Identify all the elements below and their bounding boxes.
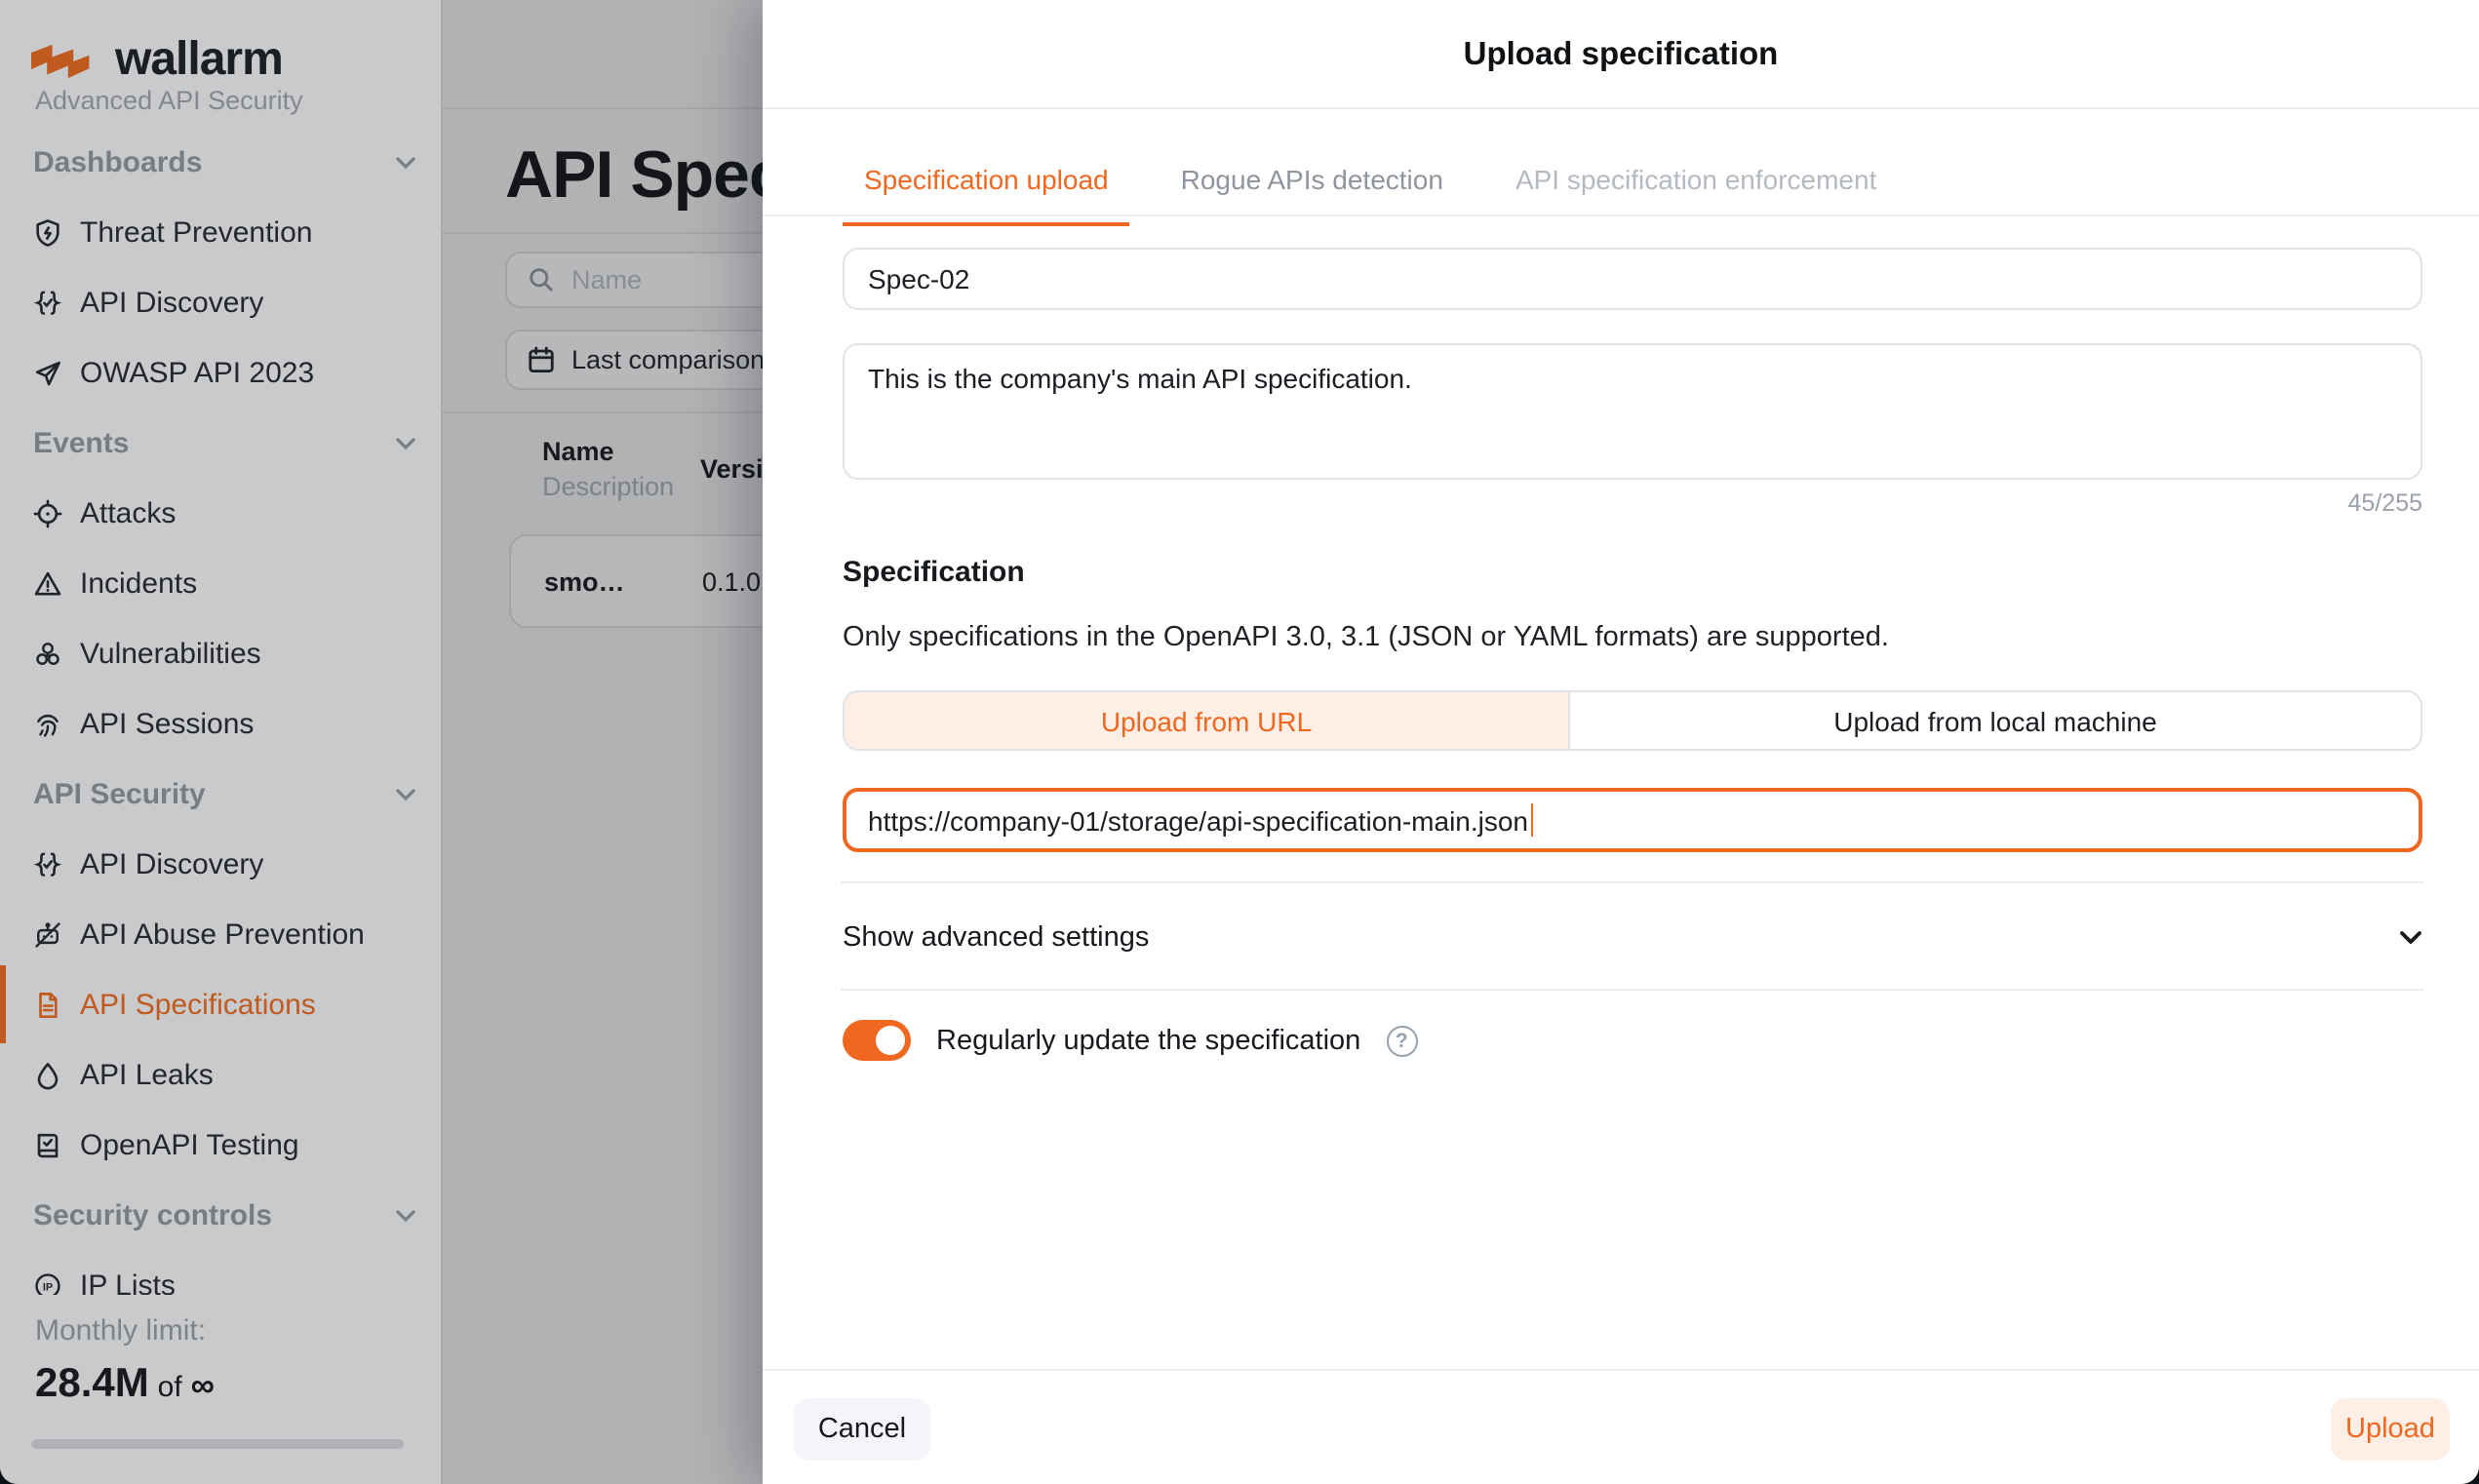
sidebar-item-attacks[interactable]: Attacks xyxy=(0,478,443,548)
segment-upload-from-local-machine[interactable]: Upload from local machine xyxy=(1570,692,2420,749)
tab-specification-upload[interactable]: Specification upload xyxy=(843,164,1130,226)
specification-section-hint: Only specifications in the OpenAPI 3.0, … xyxy=(843,622,1889,653)
upload-specification-drawer: Upload specification Specification uploa… xyxy=(763,0,2479,1484)
braces-check-icon xyxy=(33,849,62,879)
header-divider xyxy=(443,107,763,109)
sidebar-item-owasp-api-2023[interactable]: OWASP API 2023 xyxy=(0,337,443,408)
droplet-icon xyxy=(33,1060,62,1089)
monthly-limit-label: Monthly limit: xyxy=(35,1314,206,1347)
advanced-divider-top xyxy=(841,881,2424,883)
sidebar-item-api-discovery[interactable]: API Discovery xyxy=(0,267,443,337)
column-header-name[interactable]: Name xyxy=(542,437,614,466)
footer-divider xyxy=(763,1369,2479,1371)
row-name: smo… xyxy=(544,567,625,597)
chevron-down-icon xyxy=(396,1208,415,1222)
brand-name: wallarm xyxy=(115,33,283,88)
sidebar-footer: Monthly limit: 28.4M of ∞ xyxy=(0,1295,441,1484)
title-divider xyxy=(443,232,763,234)
drawer-title: Upload specification xyxy=(763,37,2479,74)
sidebar-item-openapi-testing[interactable]: OpenAPI Testing xyxy=(0,1110,443,1180)
sidebar-item-api-specifications[interactable]: API Specifications xyxy=(0,969,443,1039)
drawer-header-divider xyxy=(763,107,2479,109)
comparison-date-filter[interactable]: Last comparison xyxy=(505,330,763,390)
regular-update-toggle[interactable] xyxy=(843,1020,911,1061)
row-version: 0.1.0 xyxy=(702,567,761,597)
upload-source-segmented-control: Upload from URL Upload from local machin… xyxy=(843,690,2422,751)
fingerprint-icon xyxy=(33,709,62,738)
text-caret xyxy=(1530,803,1533,837)
target-icon xyxy=(33,498,62,527)
tab-rogue-apis-detection[interactable]: Rogue APIs detection xyxy=(1160,164,1465,226)
warning-triangle-icon xyxy=(33,568,62,598)
sidebar-item-threat-prevention[interactable]: Threat Prevention xyxy=(0,197,443,267)
chevron-down-icon xyxy=(396,155,415,169)
sidebar-item-api-abuse-prevention[interactable]: API Abuse Prevention xyxy=(0,899,443,969)
upload-button[interactable]: Upload xyxy=(2331,1398,2450,1461)
braces-check-icon xyxy=(33,288,62,317)
sidebar-item-api-discovery-2[interactable]: API Discovery xyxy=(0,829,443,899)
app-window: wallarm Advanced API Security Dashboards… xyxy=(0,0,2479,1484)
chevron-down-icon xyxy=(396,436,415,449)
spec-url-input[interactable]: https://company-01/storage/api-specifica… xyxy=(843,788,2422,852)
search-icon xyxy=(527,265,556,294)
active-indicator xyxy=(0,965,6,1043)
table-row[interactable]: smo… 0.1.0 xyxy=(509,534,763,628)
biohazard-icon xyxy=(33,639,62,668)
sidebar-item-vulnerabilities[interactable]: Vulnerabilities xyxy=(0,618,443,688)
search-input[interactable]: Name xyxy=(505,252,763,308)
svg-text:IP: IP xyxy=(43,1280,53,1292)
tab-api-specification-enforcement[interactable]: API specification enforcement xyxy=(1494,164,1898,226)
limit-progress-bar xyxy=(31,1439,404,1449)
column-header-version[interactable]: Version xyxy=(700,454,763,484)
wallarm-logo-icon xyxy=(31,42,101,79)
regular-update-label: Regularly update the specification xyxy=(936,1025,1360,1056)
sidebar: wallarm Advanced API Security Dashboards… xyxy=(0,0,443,1484)
cancel-button[interactable]: Cancel xyxy=(794,1398,930,1461)
filters-divider xyxy=(443,411,763,413)
main-page: API Specifications Name Last comparison … xyxy=(443,0,763,1484)
show-advanced-settings-toggle-row[interactable]: Show advanced settings xyxy=(843,922,2422,954)
sidebar-header-events[interactable]: Events xyxy=(0,408,443,478)
brand-block: wallarm xyxy=(31,33,283,88)
shield-bolt-icon xyxy=(33,217,62,247)
drawer-tabs: Specification upload Rogue APIs detectio… xyxy=(843,164,1898,226)
spec-name-input[interactable] xyxy=(843,248,2422,310)
page-title: API Specifications xyxy=(505,138,763,215)
sidebar-item-incidents[interactable]: Incidents xyxy=(0,548,443,618)
sidebar-item-api-sessions[interactable]: API Sessions xyxy=(0,688,443,759)
spec-description-textarea[interactable]: This is the company's main API specifica… xyxy=(843,343,2422,480)
infinity-glyph: ∞ xyxy=(191,1367,215,1404)
help-question-icon[interactable]: ? xyxy=(1386,1025,1417,1056)
paper-plane-icon xyxy=(33,358,62,387)
column-header-description[interactable]: Description xyxy=(542,472,674,501)
chevron-down-icon xyxy=(2399,930,2422,946)
sidebar-item-api-leaks[interactable]: API Leaks xyxy=(0,1039,443,1110)
monthly-limit-value: 28.4M of ∞ xyxy=(35,1361,215,1408)
chevron-down-icon xyxy=(396,787,415,801)
sidebar-header-security-controls[interactable]: Security controls xyxy=(0,1180,443,1250)
calendar-icon xyxy=(527,345,556,374)
specification-section-title: Specification xyxy=(843,556,1025,589)
regular-update-row: Regularly update the specification ? xyxy=(843,1020,1417,1061)
sidebar-nav: Dashboards Threat Prevention API Discove… xyxy=(0,127,443,1320)
advanced-divider-bottom xyxy=(841,989,2424,991)
char-counter: 45/255 xyxy=(2348,489,2422,517)
brand-subtitle: Advanced API Security xyxy=(35,86,303,115)
book-check-icon xyxy=(33,1130,62,1159)
segment-upload-from-url[interactable]: Upload from URL xyxy=(845,692,1570,749)
toggle-knob xyxy=(876,1026,905,1055)
document-icon xyxy=(33,990,62,1019)
robot-crossed-icon xyxy=(33,919,62,949)
sidebar-header-dashboards[interactable]: Dashboards xyxy=(0,127,443,197)
sidebar-header-api-security[interactable]: API Security xyxy=(0,759,443,829)
